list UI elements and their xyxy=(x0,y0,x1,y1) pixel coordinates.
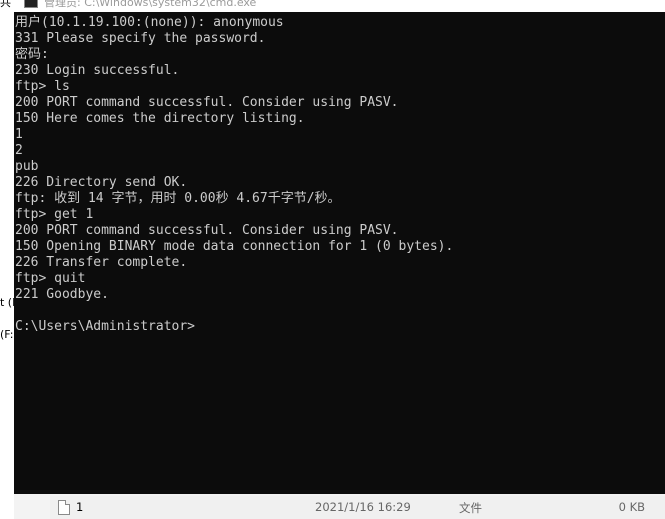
console-line: 331 Please specify the password. xyxy=(15,31,266,46)
console-line: 226 Transfer complete. xyxy=(15,255,188,270)
file-list-row[interactable]: 1 2021/1/16 16:29 文件 0 KB xyxy=(50,496,665,519)
console-line: 密码: xyxy=(15,47,49,62)
explorer-nav-pane: 共 t (F (F:) xyxy=(0,0,18,519)
file-icon xyxy=(58,500,70,515)
desktop: 共 t (F (F:) 管理员: C:\Windows\system32\cmd… xyxy=(0,0,665,519)
console-line: 用户(10.1.19.100:(none)): anonymous xyxy=(15,15,284,30)
console-line: 200 PORT command successful. Consider us… xyxy=(15,223,399,238)
console-line: ftp> ls xyxy=(15,79,70,94)
console-line: ftp> quit xyxy=(15,271,86,286)
file-type: 文件 xyxy=(459,501,482,515)
file-size: 0 KB xyxy=(618,500,645,514)
console-line: C:\Users\Administrator> xyxy=(15,319,196,334)
cmd-window-title: 管理员: C:\Windows\system32\cmd.exe xyxy=(44,0,257,9)
console-line: 2 xyxy=(15,143,23,158)
console-line: ftp: 收到 14 字节，用时 0.00秒 4.67千字节/秒。 xyxy=(15,191,341,206)
cmd-titlebar[interactable]: 管理员: C:\Windows\system32\cmd.exe xyxy=(14,0,665,12)
console-line: pub xyxy=(15,159,39,174)
console-line: 150 Opening BINARY mode data connection … xyxy=(15,239,454,254)
console-line: 230 Login successful. xyxy=(15,63,180,78)
console-line: 200 PORT command successful. Consider us… xyxy=(15,95,399,110)
console-line: 150 Here comes the directory listing. xyxy=(15,111,305,126)
console-line: 221 Goodbye. xyxy=(15,287,109,302)
cmd-window-icon xyxy=(24,0,38,8)
console-output: 用户(10.1.19.100:(none)): anonymous 331 Ple… xyxy=(15,15,453,335)
explorer-nav-fragment: 共 xyxy=(0,0,11,9)
file-modified-date: 2021/1/16 16:29 xyxy=(315,500,411,514)
file-name: 1 xyxy=(76,500,84,514)
console-line: 1 xyxy=(15,127,23,142)
console-window[interactable]: 用户(10.1.19.100:(none)): anonymous 331 Ple… xyxy=(14,12,665,494)
console-line: 226 Directory send OK. xyxy=(15,175,188,190)
console-line: ftp> get 1 xyxy=(15,207,94,222)
